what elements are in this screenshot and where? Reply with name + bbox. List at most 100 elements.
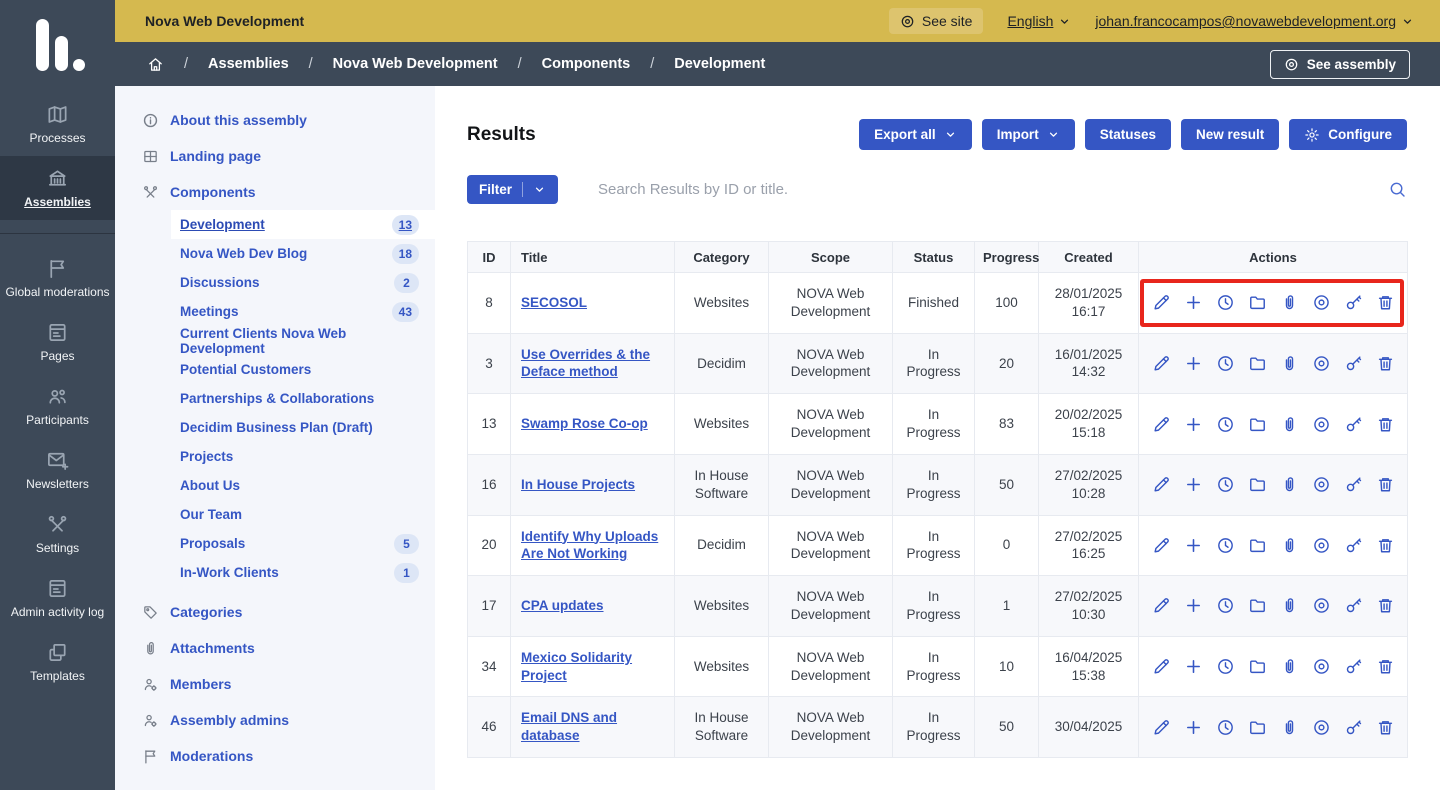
action-folder-icon[interactable] (1248, 536, 1267, 555)
sidebar-item-moderations[interactable]: Moderations (115, 738, 435, 774)
breadcrumb-item-nova-web-development[interactable]: Nova Web Development (333, 56, 498, 72)
action-history-icon[interactable] (1216, 657, 1235, 676)
new-result-button[interactable]: New result (1181, 119, 1279, 150)
result-title-link[interactable]: In House Projects (521, 477, 635, 492)
sidebar-item-proposals[interactable]: Proposals5 (171, 529, 435, 558)
sidebar-item-categories[interactable]: Categories (115, 594, 435, 630)
action-edit-icon[interactable] (1152, 596, 1171, 615)
action-folder-icon[interactable] (1248, 354, 1267, 373)
action-preview-icon[interactable] (1312, 536, 1331, 555)
action-preview-icon[interactable] (1312, 293, 1331, 312)
sidebar-item-landing-page[interactable]: Landing page (115, 138, 435, 174)
rail-item-templates[interactable]: Templates (0, 630, 115, 694)
action-permissions-icon[interactable] (1344, 415, 1363, 434)
result-title-link[interactable]: Use Overrides & the Deface method (521, 347, 650, 380)
statuses-button[interactable]: Statuses (1085, 119, 1171, 150)
sidebar-item-nova-web-dev-blog[interactable]: Nova Web Dev Blog18 (171, 239, 435, 268)
action-history-icon[interactable] (1216, 415, 1235, 434)
action-delete-icon[interactable] (1376, 293, 1395, 312)
action-delete-icon[interactable] (1376, 596, 1395, 615)
action-folder-icon[interactable] (1248, 596, 1267, 615)
rail-item-assemblies[interactable]: Assemblies (0, 156, 115, 220)
action-preview-icon[interactable] (1312, 415, 1331, 434)
action-history-icon[interactable] (1216, 718, 1235, 737)
action-permissions-icon[interactable] (1344, 657, 1363, 676)
action-edit-icon[interactable] (1152, 718, 1171, 737)
action-attachments-icon[interactable] (1280, 596, 1299, 615)
action-attachments-icon[interactable] (1280, 657, 1299, 676)
action-preview-icon[interactable] (1312, 657, 1331, 676)
sidebar-item-attachments[interactable]: Attachments (115, 630, 435, 666)
action-edit-icon[interactable] (1152, 354, 1171, 373)
action-attachments-icon[interactable] (1280, 475, 1299, 494)
action-delete-icon[interactable] (1376, 718, 1395, 737)
breadcrumb-item-assemblies[interactable]: Assemblies (208, 56, 289, 72)
sidebar-item-in-work-clients[interactable]: In-Work Clients1 (171, 558, 435, 587)
filter-button[interactable]: Filter (467, 175, 558, 204)
rail-item-admin-activity-log[interactable]: Admin activity log (0, 566, 115, 630)
action-new-icon[interactable] (1184, 354, 1203, 373)
action-attachments-icon[interactable] (1280, 293, 1299, 312)
action-new-icon[interactable] (1184, 718, 1203, 737)
action-history-icon[interactable] (1216, 596, 1235, 615)
action-permissions-icon[interactable] (1344, 718, 1363, 737)
action-preview-icon[interactable] (1312, 475, 1331, 494)
rail-item-settings[interactable]: Settings (0, 502, 115, 566)
breadcrumb-item-development[interactable]: Development (674, 56, 765, 72)
see-site-button[interactable]: See site (889, 8, 984, 34)
rail-item-global-moderations[interactable]: Global moderations (0, 246, 115, 310)
rail-item-pages[interactable]: Pages (0, 310, 115, 374)
action-folder-icon[interactable] (1248, 293, 1267, 312)
rail-item-processes[interactable]: Processes (0, 92, 115, 156)
decidim-logo[interactable] (0, 0, 115, 92)
result-title-link[interactable]: Identify Why Uploads Are Not Working (521, 529, 658, 562)
sidebar-item-partnerships-collaborations[interactable]: Partnerships & Collaborations (171, 384, 435, 413)
sidebar-item-potential-customers[interactable]: Potential Customers (171, 355, 435, 384)
action-new-icon[interactable] (1184, 475, 1203, 494)
sidebar-item-current-clients-nova-web-development[interactable]: Current Clients Nova Web Development (171, 326, 435, 355)
action-history-icon[interactable] (1216, 354, 1235, 373)
action-attachments-icon[interactable] (1280, 536, 1299, 555)
sidebar-item-our-team[interactable]: Our Team (171, 500, 435, 529)
action-history-icon[interactable] (1216, 475, 1235, 494)
sidebar-item-discussions[interactable]: Discussions2 (171, 268, 435, 297)
action-new-icon[interactable] (1184, 596, 1203, 615)
sidebar-item-components[interactable]: Components (115, 174, 435, 210)
action-delete-icon[interactable] (1376, 475, 1395, 494)
action-attachments-icon[interactable] (1280, 415, 1299, 434)
result-title-link[interactable]: Email DNS and database (521, 710, 617, 743)
action-edit-icon[interactable] (1152, 293, 1171, 312)
search-icon[interactable] (1388, 180, 1407, 199)
action-delete-icon[interactable] (1376, 536, 1395, 555)
action-history-icon[interactable] (1216, 536, 1235, 555)
action-permissions-icon[interactable] (1344, 536, 1363, 555)
home-icon[interactable] (147, 56, 164, 73)
action-delete-icon[interactable] (1376, 354, 1395, 373)
sidebar-item-assembly-admins[interactable]: Assembly admins (115, 702, 435, 738)
sidebar-item-about-this-assembly[interactable]: About this assembly (115, 102, 435, 138)
rail-item-participants[interactable]: Participants (0, 374, 115, 438)
action-permissions-icon[interactable] (1344, 596, 1363, 615)
action-edit-icon[interactable] (1152, 657, 1171, 676)
breadcrumb-item-components[interactable]: Components (542, 56, 631, 72)
result-title-link[interactable]: CPA updates (521, 598, 604, 613)
action-folder-icon[interactable] (1248, 657, 1267, 676)
result-title-link[interactable]: SECOSOL (521, 295, 587, 310)
see-assembly-button[interactable]: See assembly (1270, 50, 1410, 79)
result-title-link[interactable]: Swamp Rose Co-op (521, 416, 648, 431)
action-attachments-icon[interactable] (1280, 354, 1299, 373)
result-title-link[interactable]: Mexico Solidarity Project (521, 650, 632, 683)
search-input[interactable] (598, 181, 1376, 198)
action-preview-icon[interactable] (1312, 354, 1331, 373)
action-delete-icon[interactable] (1376, 415, 1395, 434)
sidebar-item-about-us[interactable]: About Us (171, 471, 435, 500)
sidebar-item-development[interactable]: Development13 (171, 210, 435, 239)
action-new-icon[interactable] (1184, 657, 1203, 676)
sidebar-item-members[interactable]: Members (115, 666, 435, 702)
action-permissions-icon[interactable] (1344, 475, 1363, 494)
configure-button[interactable]: Configure (1289, 119, 1407, 150)
action-folder-icon[interactable] (1248, 415, 1267, 434)
action-edit-icon[interactable] (1152, 415, 1171, 434)
action-new-icon[interactable] (1184, 536, 1203, 555)
action-preview-icon[interactable] (1312, 596, 1331, 615)
